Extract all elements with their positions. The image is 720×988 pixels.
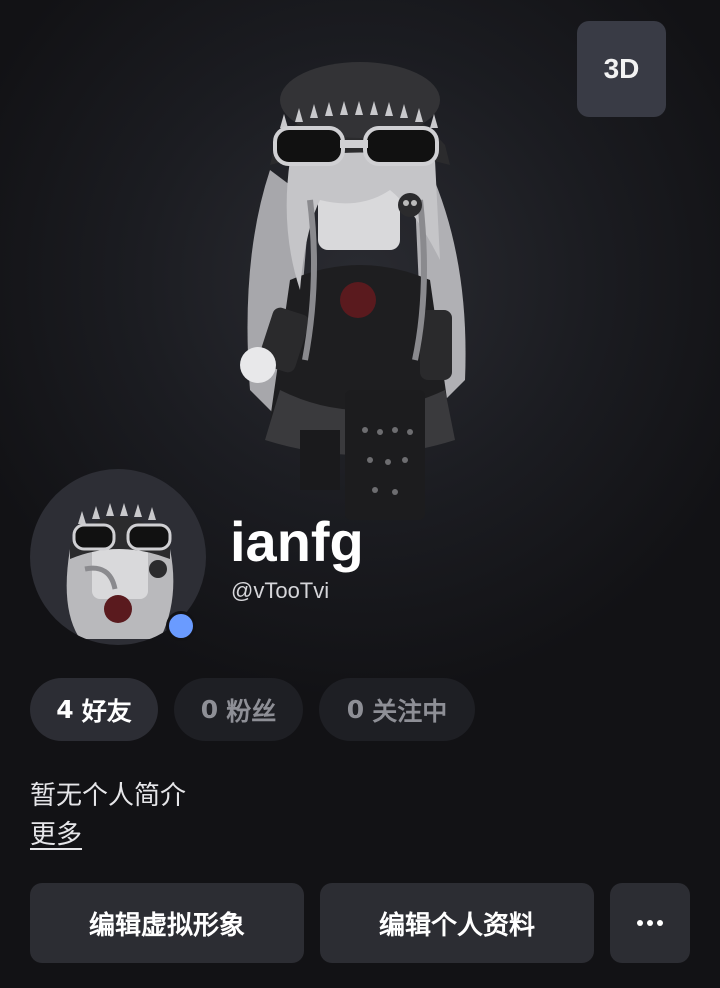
friends-chip[interactable]: 4 好友 [30,678,158,741]
followers-chip[interactable]: 0 粉丝 [174,678,303,741]
edit-avatar-button[interactable]: 编辑虚拟形象 [30,883,304,963]
profile-page: 3D ianfg @vTooTvi 4 好友 0 粉丝 0 关注中 暂无个人简介… [0,0,720,988]
followers-label: 粉丝 [226,696,277,726]
following-count: 0 [346,695,365,724]
friends-label: 好友 [81,696,132,726]
online-status-indicator [166,611,196,641]
followers-count: 0 [200,695,219,724]
following-chip[interactable]: 0 关注中 [319,678,475,741]
edit-profile-button[interactable]: 编辑个人资料 [320,883,594,963]
username: @vTooTvi [231,578,330,603]
more-link[interactable]: 更多 [30,814,82,851]
bio-text: 暂无个人简介 [30,781,187,811]
friends-count: 4 [56,695,74,724]
following-label: 关注中 [372,696,448,726]
more-options-button[interactable] [610,883,690,963]
ellipsis-icon [637,920,663,926]
display-name: ianfg [230,510,364,573]
avatar-full-body [240,62,466,520]
view-3d-button[interactable]: 3D [577,21,666,117]
